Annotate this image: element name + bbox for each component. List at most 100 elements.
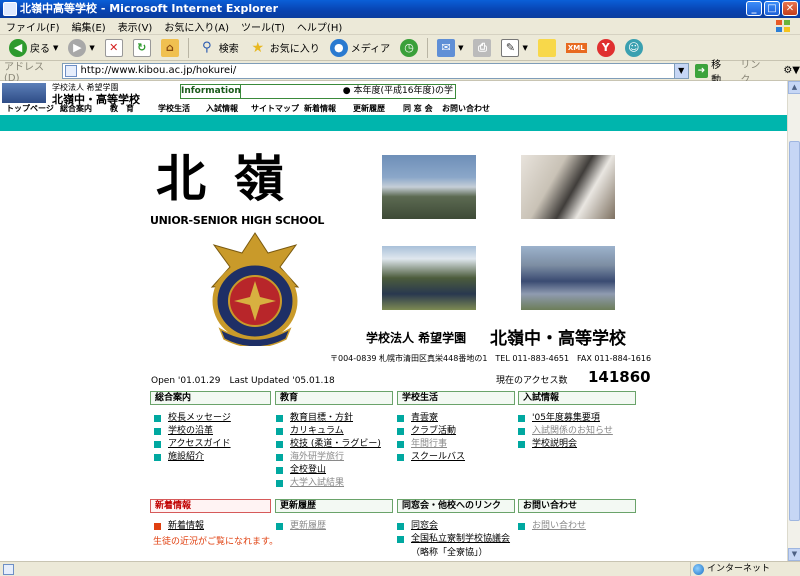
list-item[interactable]: 学校説明会 [518, 438, 613, 451]
link-briefing-session[interactable]: 学校説明会 [532, 439, 577, 449]
list-item[interactable]: お問い合わせ [518, 520, 586, 533]
link-school-history[interactable]: 学校の沿革 [168, 426, 213, 436]
education-link-list: 教育目標・方針 カリキュラム 校技 (柔道・ラグビー) 海外研学旅行 全校登山 … [276, 412, 381, 490]
stop-button[interactable]: ✕ [102, 37, 126, 59]
nav-school-life[interactable]: 学校生活 [158, 103, 190, 114]
link-university-results[interactable]: 大学入試結果 [290, 478, 344, 488]
nav-guide[interactable]: 総合案内 [60, 103, 92, 114]
address-dropdown-icon[interactable]: ▼ [673, 63, 688, 78]
vertical-scrollbar[interactable]: ▲ ▼ [787, 81, 800, 561]
mail-icon: ✉ [437, 38, 456, 57]
link-school-bus[interactable]: スクールバス [411, 452, 465, 462]
nav-contact[interactable]: お問い合わせ [442, 103, 490, 114]
scroll-up-arrow-icon[interactable]: ▲ [788, 81, 800, 94]
list-item[interactable]: 更新履歴 [276, 520, 326, 533]
minimize-button[interactable]: _ [746, 1, 762, 16]
open-updated-line: Open '01.01.29 Last Updated '05.01.18 [151, 376, 335, 386]
link-education-goals[interactable]: 教育目標・方針 [290, 413, 353, 423]
access-counter-label: 現在のアクセス数 [496, 376, 568, 386]
favorites-button[interactable]: ★ お気に入り [246, 37, 323, 59]
history-button[interactable]: ◷ [397, 37, 421, 59]
back-button[interactable]: ◀ 戻る ▼ [6, 37, 61, 59]
link-admission-guidelines[interactable]: '05年度募集要項 [532, 413, 600, 423]
refresh-button[interactable]: ↻ [130, 37, 154, 59]
menu-file[interactable]: ファイル(F) [6, 19, 60, 34]
nav-history[interactable]: 更新履歴 [353, 103, 385, 114]
link-access-guide[interactable]: アクセスガイド [168, 439, 231, 449]
menu-view[interactable]: 表示(V) [118, 19, 153, 34]
link-contact[interactable]: お問い合わせ [532, 521, 586, 531]
list-item[interactable]: 入試関係のお知らせ [518, 425, 613, 438]
notes-button[interactable] [535, 37, 559, 59]
category-header-education: 教育 [275, 391, 393, 405]
messenger-button[interactable]: Y [594, 37, 618, 59]
list-item[interactable]: 校技 (柔道・ラグビー) [276, 438, 381, 451]
nav-news[interactable]: 新着情報 [304, 103, 336, 114]
link-dormitory[interactable]: 青雲寮 [411, 413, 438, 423]
link-news[interactable]: 新着情報 [168, 521, 204, 531]
nav-education[interactable]: 教 育 [110, 103, 134, 114]
list-item[interactable]: クラブ活動 [397, 425, 465, 438]
list-item[interactable]: 大学入試結果 [276, 477, 381, 490]
forward-button[interactable]: ▶ ▼ [65, 37, 97, 59]
link-curriculum[interactable]: カリキュラム [290, 426, 344, 436]
close-button[interactable]: ✕ [782, 1, 798, 16]
address-input[interactable]: http://www.kibou.ac.jp/hokurei/ ▼ [61, 62, 689, 79]
menu-favorites[interactable]: お気に入り(A) [164, 19, 229, 34]
alumni-link-list: 同窓会 全国私立寮制学校協議会 [397, 520, 510, 546]
discuss-button[interactable]: ☺ [622, 37, 646, 59]
list-item[interactable]: 新着情報 [154, 520, 204, 533]
list-item[interactable]: アクセスガイド [154, 438, 231, 451]
list-item[interactable]: 校長メッセージ [154, 412, 231, 425]
link-mountain-climbing[interactable]: 全校登山 [290, 465, 326, 475]
home-button[interactable]: ⌂ [158, 37, 182, 59]
menu-tools[interactable]: ツール(T) [241, 19, 285, 34]
maximize-button[interactable]: □ [764, 1, 780, 16]
menu-help[interactable]: ヘルプ(H) [297, 19, 342, 34]
menu-edit[interactable]: 編集(E) [72, 19, 106, 34]
mail-button[interactable]: ✉ ▼ [434, 37, 466, 59]
site-logo-image[interactable] [2, 83, 46, 103]
list-item[interactable]: 青雲寮 [397, 412, 465, 425]
list-item[interactable]: 海外研学旅行 [276, 451, 381, 464]
list-item[interactable]: 施設紹介 [154, 451, 231, 464]
category-header-school-life: 学校生活 [397, 391, 515, 405]
scroll-thumb[interactable] [789, 141, 800, 521]
nav-sitemap[interactable]: サイトマップ [251, 103, 299, 114]
nav-top[interactable]: トップページ [6, 103, 54, 114]
link-admission-notices[interactable]: 入試関係のお知らせ [532, 426, 613, 436]
media-button[interactable]: ● メディア [327, 37, 393, 59]
list-item[interactable]: スクールバス [397, 451, 465, 464]
xml-button[interactable]: XML [563, 37, 590, 59]
category-header-update-history: 更新履歴 [275, 499, 393, 513]
nav-alumni[interactable]: 同 窓 会 [403, 103, 433, 114]
list-item[interactable]: 学校の沿革 [154, 425, 231, 438]
information-tag: Information [181, 85, 241, 98]
links-extra-icon[interactable]: ⚙▼ [783, 65, 800, 76]
photo-rugby [382, 246, 476, 310]
list-item[interactable]: 全校登山 [276, 464, 381, 477]
list-item[interactable]: 同窓会 [397, 520, 510, 533]
information-ticker[interactable]: ● 本年度(平成16年度)の学 [241, 85, 455, 98]
list-item[interactable]: 教育目標・方針 [276, 412, 381, 425]
print-button[interactable]: ⎙ [470, 37, 494, 59]
list-item[interactable]: カリキュラム [276, 425, 381, 438]
security-zone: インターネット [690, 562, 800, 576]
search-button[interactable]: ⚲ 検索 [195, 37, 242, 59]
list-item[interactable]: '05年度募集要項 [518, 412, 613, 425]
nav-admission[interactable]: 入試情報 [206, 103, 238, 114]
link-overseas-trip[interactable]: 海外研学旅行 [290, 452, 344, 462]
link-club-activities[interactable]: クラブ活動 [411, 426, 456, 436]
school-life-link-list: 青雲寮 クラブ活動 年間行事 スクールバス [397, 412, 465, 464]
link-alumni-association[interactable]: 同窓会 [411, 521, 438, 531]
link-annual-events[interactable]: 年間行事 [411, 439, 447, 449]
link-facilities[interactable]: 施設紹介 [168, 452, 204, 462]
link-principal-message[interactable]: 校長メッセージ [168, 413, 231, 423]
list-item[interactable]: 年間行事 [397, 438, 465, 451]
scroll-down-arrow-icon[interactable]: ▼ [788, 548, 800, 561]
xml-icon: XML [565, 42, 587, 53]
link-update-history[interactable]: 更新履歴 [290, 521, 326, 531]
link-dormitory-school-council[interactable]: 全国私立寮制学校協議会 [411, 534, 510, 544]
edit-button[interactable]: ✎ ▼ [498, 37, 530, 59]
link-school-sports[interactable]: 校技 (柔道・ラグビー) [290, 439, 381, 449]
